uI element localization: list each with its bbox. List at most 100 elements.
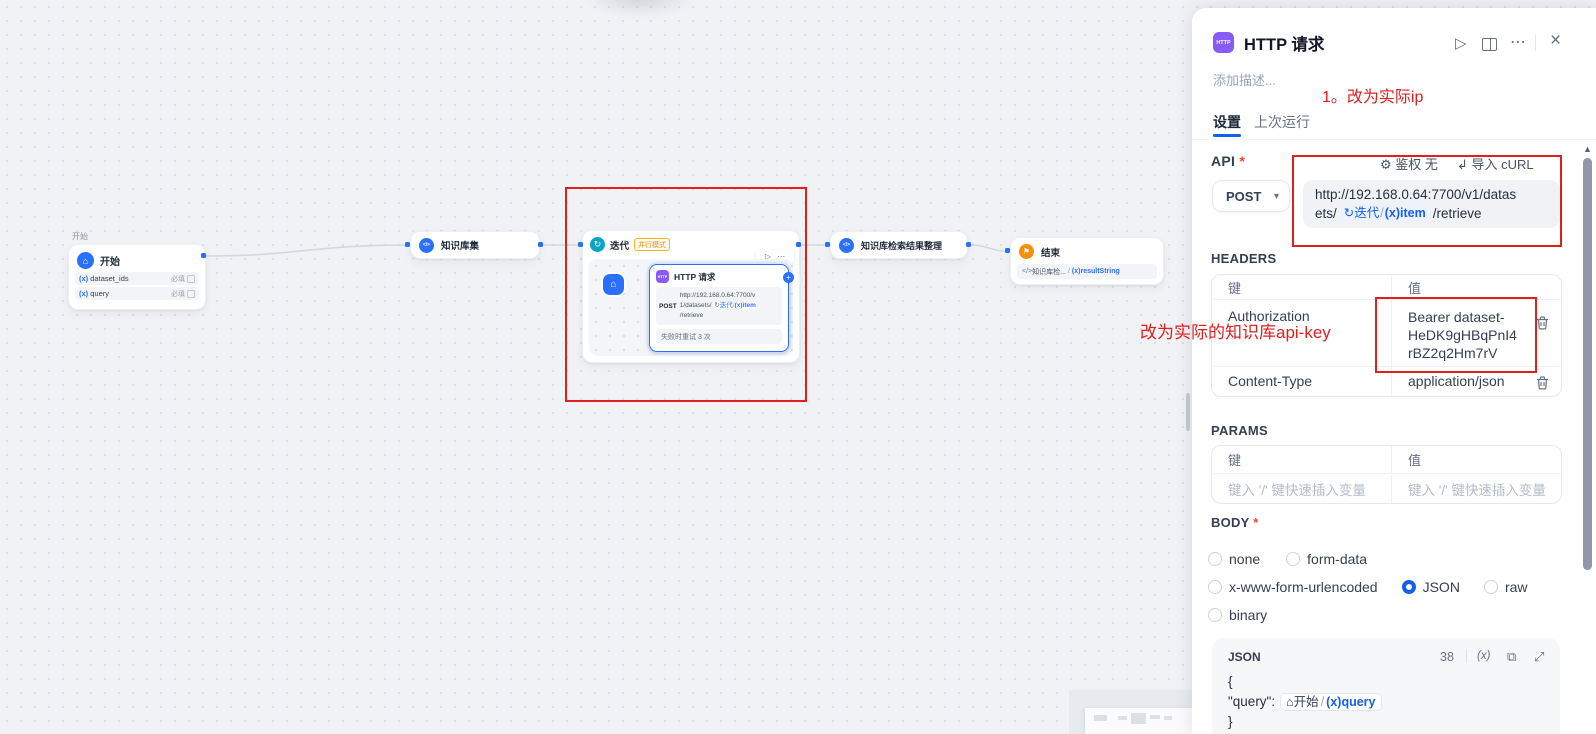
- json-variable-badge[interactable]: ⌂开始 / (x)query: [1280, 693, 1381, 711]
- body-type-row-2: x-www-form-urlencoded JSON raw: [1208, 579, 1528, 595]
- radio-icon[interactable]: [1208, 580, 1222, 594]
- http-retry-row: 失败时重试 3 次: [656, 329, 782, 344]
- radio-icon[interactable]: [1208, 608, 1222, 622]
- connector-handle[interactable]: [1005, 248, 1010, 253]
- body-type-row-3: binary: [1208, 607, 1267, 623]
- params-label: PARAMS: [1211, 423, 1268, 438]
- body-type-form-data[interactable]: form-data: [1286, 551, 1367, 567]
- http-sub-node[interactable]: HTTP HTTP 请求 + POST http://192.168.0.64:…: [649, 264, 789, 352]
- import-curl-button[interactable]: ↲ 导入 cURL: [1457, 154, 1534, 173]
- expand-button[interactable]: ⤢: [1534, 649, 1544, 665]
- import-icon: ↲: [1457, 157, 1468, 172]
- split-view-button[interactable]: [1482, 38, 1497, 56]
- tab-settings[interactable]: 设置: [1213, 112, 1241, 132]
- start-node-title: 开始: [100, 253, 120, 268]
- minimap-node: [1094, 715, 1107, 721]
- json-editor[interactable]: JSON 38 (x) ⧉ ⤢ { "query": ⌂开始 / (x)quer…: [1212, 638, 1560, 734]
- code-icon: </>: [839, 238, 854, 253]
- http-icon: HTTP: [656, 270, 669, 283]
- http-method: POST: [659, 303, 677, 310]
- type-icon: [187, 290, 195, 298]
- iteration-node[interactable]: ↻ 迭代 并行模式 ▷⋯ ⌂ HTTP HTTP 请求 + POST http:…: [582, 230, 800, 363]
- body-type-raw[interactable]: raw: [1484, 579, 1528, 595]
- start-node[interactable]: ⌂ 开始 (x) dataset_ids 必填 (x) query 必填: [68, 244, 206, 310]
- api-url-input[interactable]: http://192.168.0.64:7700/v1/datas ets/ ↻…: [1303, 180, 1560, 228]
- header-row-content-type[interactable]: Content-Type application/json: [1212, 366, 1561, 397]
- api-label: API *: [1211, 153, 1245, 169]
- variable-insert-button[interactable]: (x): [1477, 650, 1490, 662]
- editor-divider: [1466, 649, 1467, 663]
- end-icon: ⚑: [1019, 244, 1034, 259]
- organize-node[interactable]: </> 知识库检索结果整理: [830, 231, 968, 259]
- method-select[interactable]: POST ▾: [1212, 180, 1290, 212]
- node-config-panel: HTTP HTTP 请求 ▷ ⋯ × 添加描述... 设置 上次运行 API *…: [1192, 8, 1596, 734]
- url-variable-badge[interactable]: ↻迭代/(x)item: [1340, 205, 1430, 222]
- home-icon: ⌂: [77, 252, 94, 269]
- connector-handle[interactable]: [966, 242, 971, 247]
- workflow-app: { "icons": { "play": "▷", "more": "⋯", "…: [0, 0, 1596, 734]
- end-node[interactable]: ⚑ 结束 </>知识库检... / (x)resultString: [1010, 237, 1164, 285]
- run-button[interactable]: ▷: [1455, 34, 1467, 52]
- annotation-note-apikey: 改为实际的知识库api-key: [1140, 318, 1331, 343]
- http-url-summary: POST http://192.168.0.64:7700/v 1/datase…: [656, 287, 782, 325]
- headers-table-head: 键 值: [1212, 275, 1561, 299]
- description-input[interactable]: 添加描述...: [1213, 70, 1276, 89]
- panel-scrollbar-thumb[interactable]: [1583, 158, 1592, 570]
- variable-icon: (x): [79, 274, 88, 283]
- auth-button[interactable]: ⚙ 鉴权 无: [1380, 154, 1438, 173]
- radio-icon[interactable]: [1484, 580, 1498, 594]
- start-node-mini-label: 开始: [72, 231, 88, 242]
- connector-handle[interactable]: [538, 242, 543, 247]
- layout-icon: [1482, 38, 1497, 51]
- body-type-binary[interactable]: binary: [1208, 607, 1267, 623]
- canvas-scrollbar-thumb[interactable]: [1186, 393, 1190, 431]
- annotation-note-ip: 1。改为实际ip: [1322, 83, 1423, 107]
- start-var-row[interactable]: (x) dataset_ids 必填: [75, 272, 199, 285]
- organize-title: 知识库检索结果整理: [861, 239, 942, 252]
- edges: [0, 0, 1200, 734]
- json-code[interactable]: { "query": ⌂开始 / (x)query }: [1228, 672, 1382, 732]
- radio-icon[interactable]: [1208, 552, 1222, 566]
- iteration-title: 迭代: [610, 238, 629, 252]
- body-type-json[interactable]: JSON: [1402, 579, 1460, 595]
- params-table: 键 值 键入 '/' 键快速插入变量 键入 '/' 键快速插入变量: [1211, 445, 1562, 504]
- iteration-inner-canvas[interactable]: ⌂ HTTP HTTP 请求 + POST http://192.168.0.6…: [589, 259, 793, 356]
- delete-header-button[interactable]: [1536, 376, 1549, 394]
- add-node-button[interactable]: +: [783, 272, 794, 283]
- radio-selected-icon[interactable]: [1402, 580, 1416, 594]
- end-node-title: 结束: [1041, 245, 1060, 259]
- end-output-row: </>知识库检... / (x)resultString: [1017, 264, 1157, 279]
- connector-handle[interactable]: [201, 253, 206, 258]
- connector-handle[interactable]: [796, 242, 801, 247]
- headers-label: HEADERS: [1211, 251, 1276, 266]
- knowledge-set-title: 知识库集: [441, 238, 479, 252]
- body-type-urlencoded[interactable]: x-www-form-urlencoded: [1208, 579, 1378, 595]
- minimap-node: [1131, 713, 1146, 724]
- connector-handle[interactable]: [825, 242, 830, 247]
- close-button[interactable]: ×: [1550, 30, 1561, 52]
- method-value: POST: [1226, 189, 1261, 204]
- parallel-mode-badge: 并行模式: [634, 238, 670, 251]
- http-icon: HTTP: [1213, 32, 1234, 53]
- body-type-none[interactable]: none: [1208, 551, 1260, 567]
- tab-last-run[interactable]: 上次运行: [1254, 112, 1310, 132]
- radio-icon[interactable]: [1286, 552, 1300, 566]
- connector-handle[interactable]: [405, 242, 410, 247]
- variable-ref-badge: ↻迭代/(x)item: [713, 302, 757, 309]
- knowledge-set-node[interactable]: </> 知识库集: [410, 231, 540, 259]
- start-var-row[interactable]: (x) query 必填: [75, 287, 199, 300]
- gear-icon: ⚙: [1380, 157, 1392, 172]
- connector-handle[interactable]: [578, 242, 583, 247]
- copy-button[interactable]: ⧉: [1507, 649, 1516, 665]
- params-empty-row[interactable]: 键入 '/' 键快速插入变量 键入 '/' 键快速插入变量: [1212, 473, 1561, 503]
- code-icon: </>: [419, 238, 434, 253]
- minimap[interactable]: [1069, 690, 1196, 734]
- scroll-up-arrow[interactable]: ▲: [1583, 144, 1592, 154]
- type-icon: [187, 275, 195, 283]
- delete-header-button[interactable]: [1536, 316, 1549, 362]
- more-button[interactable]: ⋯: [1510, 32, 1526, 52]
- header-divider: [1535, 34, 1536, 51]
- active-tab-underline: [1213, 134, 1241, 137]
- json-editor-label: JSON: [1228, 650, 1261, 664]
- iteration-start-icon[interactable]: ⌂: [603, 274, 624, 295]
